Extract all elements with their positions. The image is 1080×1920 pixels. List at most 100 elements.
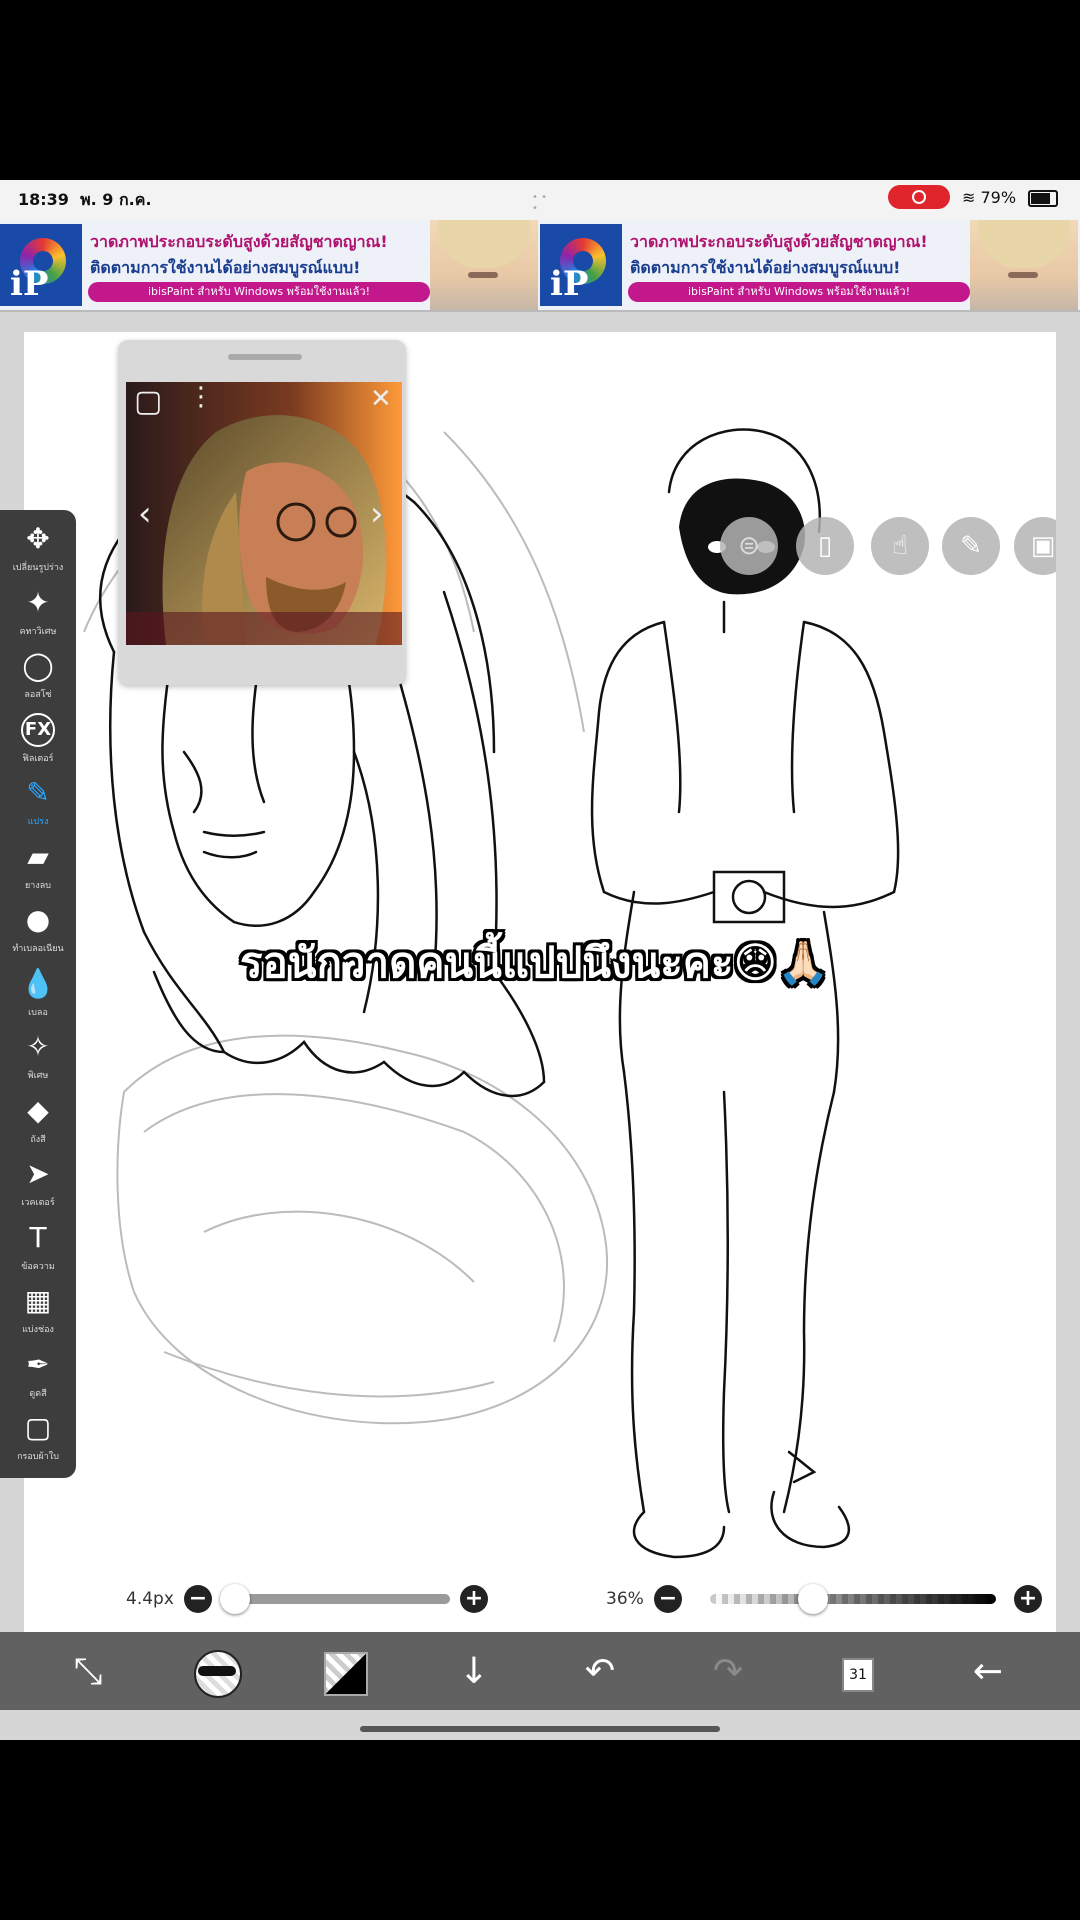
reference-window[interactable]: ▢ ⋮ ✕ ‹ › xyxy=(118,340,406,685)
eyedropper-icon: ✒ xyxy=(26,1347,50,1381)
download-arrow-icon[interactable]: ↓ xyxy=(446,1644,502,1700)
tool-label: แปรง xyxy=(27,817,49,827)
transform-icon[interactable]: ⤡ xyxy=(60,1644,116,1700)
tool-move[interactable]: ✥ เปลี่ยนรูปร่าง xyxy=(0,516,76,579)
tool-eraser[interactable]: ▰ ยางลบ xyxy=(0,834,76,897)
tool-palette: ✥ เปลี่ยนรูปร่าง ✦ คทาวิเศษ ◯ ลอสโซ่ FX ฟิลเตอร… xyxy=(0,510,76,1478)
tool-fill[interactable]: ◆ ถังสี xyxy=(0,1088,76,1151)
frame-divider-icon: ▦ xyxy=(24,1284,52,1317)
tool-label: ถังสี xyxy=(30,1134,46,1145)
blur-drop-icon: 💧 xyxy=(20,966,56,1000)
magic-wand-icon: ✦ xyxy=(26,585,50,619)
close-icon[interactable]: ✕ xyxy=(370,384,392,414)
home-indicator xyxy=(360,1726,720,1732)
video-caption: รอนักวาดคนนี้แปปนึงนะคะ😞🙏🏻 xyxy=(240,938,830,987)
top-button-2[interactable]: ☝ xyxy=(871,517,929,575)
material-icon: ▯ xyxy=(817,531,833,561)
brush-preview-icon[interactable] xyxy=(190,1644,246,1700)
fx-icon: FX xyxy=(21,712,55,747)
tool-label: ทำเบลอเนียน xyxy=(12,944,64,954)
eraser-icon: ▰ xyxy=(27,839,49,873)
tool-label: ยางลบ xyxy=(25,880,51,891)
multitask-dots-icon[interactable]: • • • xyxy=(532,192,552,214)
brush-size-knob[interactable] xyxy=(220,1584,250,1614)
tool-label: เวคเตอร์ xyxy=(21,1198,55,1208)
tool-label: แบ่งช่อง xyxy=(22,1325,54,1335)
tool-magic-wand[interactable]: ✦ คทาวิเศษ xyxy=(0,580,76,643)
hand-icon: ☝ xyxy=(892,531,908,561)
tool-text[interactable]: T ข้อความ xyxy=(0,1215,76,1278)
tool-fx[interactable]: FX ฟิลเตอร์ xyxy=(0,707,76,770)
top-button-4[interactable]: ▣ xyxy=(1014,517,1056,575)
tool-label: เปลี่ยนรูปร่าง xyxy=(12,563,64,573)
color-swatch-icon[interactable] xyxy=(318,1644,374,1700)
ad-unit[interactable]: iP วาดภาพประกอบระดับสูงด้วยสัญชาตญาณ! ติ… xyxy=(0,220,540,310)
text-icon: T xyxy=(29,1220,47,1254)
top-button-0[interactable]: ⊜ xyxy=(720,517,778,575)
ad-pill: ibisPaint สำหรับ Windows พร้อมใช้งานแล้ว… xyxy=(88,282,430,302)
reference-drag-handle[interactable] xyxy=(228,354,302,360)
brush-size-track[interactable] xyxy=(224,1594,450,1604)
reference-image[interactable]: ▢ ⋮ ✕ ‹ › xyxy=(126,382,402,645)
ad-pill: ibisPaint สำหรับ Windows พร้อมใช้งานแล้ว… xyxy=(628,282,970,302)
reference-select-icon[interactable]: ▢ xyxy=(134,384,162,419)
smudge-icon: ● xyxy=(25,903,51,936)
vector-icon: ➤ xyxy=(26,1157,50,1190)
redo-icon[interactable]: ↷ xyxy=(700,1644,756,1700)
ad-subline: ติดตามการใช้งานได้อย่างสมบูรณ์แบบ! xyxy=(630,258,901,277)
top-button-3[interactable]: ✎ xyxy=(942,517,1000,575)
fill-icon: ◆ xyxy=(27,1093,49,1127)
tool-label: ฟิลเตอร์ xyxy=(22,753,54,764)
top-button-1[interactable]: ▯ xyxy=(796,517,854,575)
ad-banner[interactable]: iP วาดภาพประกอบระดับสูงด้วยสัญชาตญาณ! ติ… xyxy=(0,220,1080,312)
opacity-knob[interactable] xyxy=(797,1584,828,1614)
ad-unit[interactable]: iP วาดภาพประกอบระดับสูงด้วยสัญชาตญาณ! ติ… xyxy=(540,220,1080,310)
opacity-track[interactable] xyxy=(710,1594,996,1604)
wifi-icon: ≋ 79% xyxy=(962,188,1017,207)
tool-smudge[interactable]: ● ทำเบลอเนียน xyxy=(0,897,76,960)
special-brush-icon: ✧ xyxy=(26,1030,50,1063)
tool-label: ดูดสี xyxy=(29,1388,47,1399)
chevron-right-icon[interactable]: › xyxy=(370,494,384,534)
opacity-label: 36% xyxy=(606,1589,644,1609)
layers-icon[interactable]: 31 xyxy=(828,1644,884,1700)
tool-label: ข้อความ xyxy=(21,1261,55,1272)
tool-label: กรอบผ้าใบ xyxy=(17,1452,59,1462)
tool-vector[interactable]: ➤ เวคเตอร์ xyxy=(0,1151,76,1214)
tool-label: พิเศษ xyxy=(27,1071,49,1081)
tool-label: ลอสโซ่ xyxy=(24,690,52,700)
tool-special-brush[interactable]: ✧ พิเศษ xyxy=(0,1024,76,1087)
move-icon: ✥ xyxy=(26,522,50,555)
canvas-icon: ▢ xyxy=(24,1411,52,1444)
chevron-left-icon[interactable]: ‹ xyxy=(138,494,152,534)
reference-menu-icon[interactable]: ⋮ xyxy=(188,382,214,412)
status-time: 18:39 พ. 9 ก.ค. xyxy=(18,190,152,209)
ad-character-image xyxy=(430,220,538,310)
brush-size-minus-button[interactable]: − xyxy=(184,1585,212,1613)
tool-eyedropper[interactable]: ✒ ดูดสี xyxy=(0,1342,76,1405)
app-screen: 18:39 พ. 9 ก.ค. • • • ≋ 79% iP วาดภาพประ… xyxy=(0,180,1080,1740)
layer-count: 31 xyxy=(842,1658,874,1692)
toggle-icon: ⊜ xyxy=(738,531,760,561)
pencil-icon: ✎ xyxy=(960,531,982,561)
tool-canvas[interactable]: ▢ กรอบผ้าใบ xyxy=(0,1405,76,1468)
image-icon: ▣ xyxy=(1030,531,1056,561)
ibispaint-logo-icon: iP xyxy=(540,224,622,306)
tool-frame-divider[interactable]: ▦ แบ่งช่อง xyxy=(0,1278,76,1341)
back-arrow-icon[interactable]: ← xyxy=(960,1644,1016,1700)
opacity-plus-button[interactable]: + xyxy=(1014,1585,1042,1613)
tool-brush[interactable]: ✎ แปรง xyxy=(0,770,76,833)
screen-record-icon[interactable] xyxy=(888,185,950,209)
undo-icon[interactable]: ↶ xyxy=(572,1644,628,1700)
ibispaint-logo-icon: iP xyxy=(0,224,82,306)
tool-lasso[interactable]: ◯ ลอสโซ่ xyxy=(0,643,76,706)
tool-blur-drop[interactable]: 💧 เบลอ xyxy=(0,961,76,1024)
ad-headline: วาดภาพประกอบระดับสูงด้วยสัญชาตญาณ! xyxy=(90,232,388,251)
tool-label: เบลอ xyxy=(28,1007,48,1018)
ad-subline: ติดตามการใช้งานได้อย่างสมบูรณ์แบบ! xyxy=(90,258,361,277)
opacity-minus-button[interactable]: − xyxy=(654,1585,682,1613)
brush-size-plus-button[interactable]: + xyxy=(460,1585,488,1613)
ad-headline: วาดภาพประกอบระดับสูงด้วยสัญชาตญาณ! xyxy=(630,232,928,251)
ad-character-image xyxy=(970,220,1078,310)
tool-label: คทาวิเศษ xyxy=(19,626,57,637)
